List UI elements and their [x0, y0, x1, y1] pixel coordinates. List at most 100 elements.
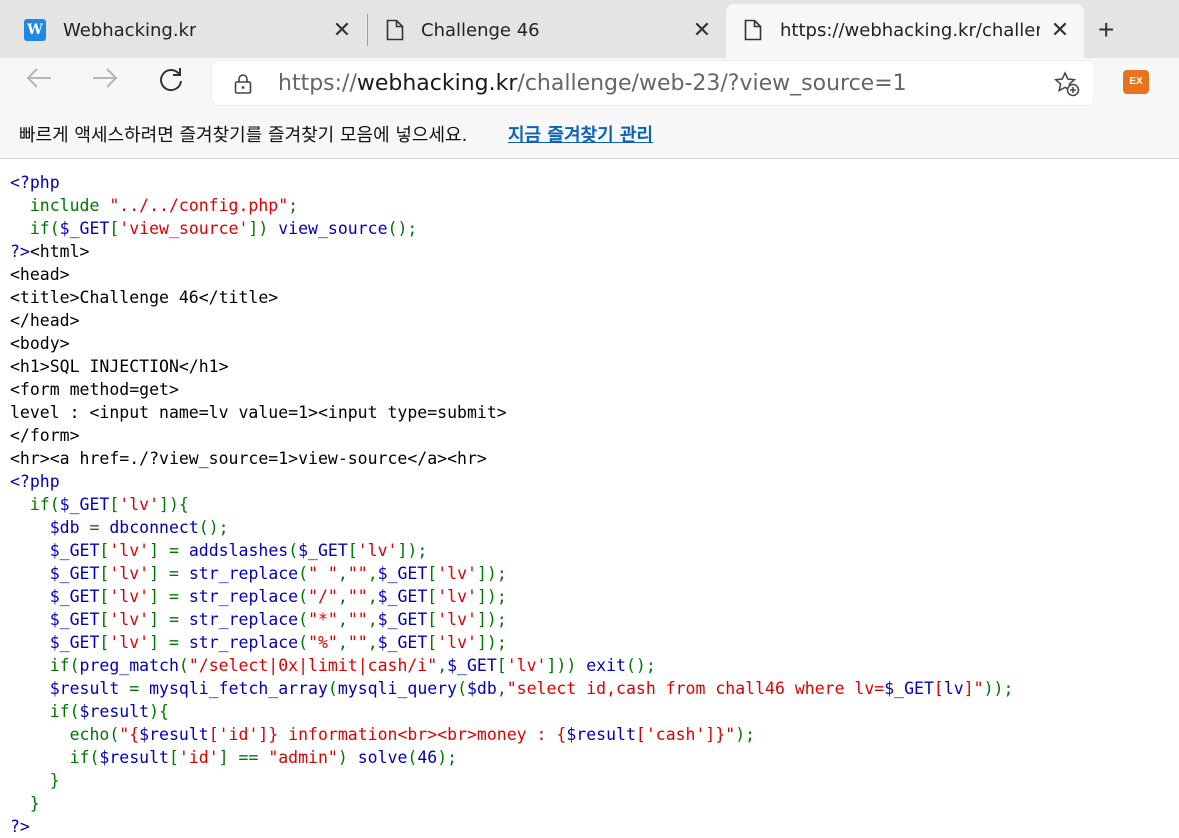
code-line: if($result['id'] == "admin") solve(46);: [10, 746, 1175, 769]
code-token: ,: [337, 564, 348, 583]
w-logo-icon: W: [24, 19, 46, 41]
php-source-code: <?php include "../../config.php"; if($_G…: [10, 171, 1175, 838]
code-token: (: [298, 633, 309, 652]
url-scheme: https://: [278, 71, 357, 96]
code-token: $_GET: [10, 541, 100, 560]
code-token: (: [327, 679, 338, 698]
code-line: $_GET['lv'] = str_replace("*","",$_GET['…: [10, 608, 1175, 631]
code-token: [: [109, 219, 120, 238]
code-token: (: [298, 610, 309, 629]
tab-active-source[interactable]: https://webhacking.kr/challenge/ ✕: [726, 4, 1084, 58]
code-token: str_replace: [188, 587, 299, 606]
code-line: }: [10, 769, 1175, 792]
code-token: ]);: [476, 587, 507, 606]
code-token: );: [437, 748, 458, 767]
code-token: =: [89, 518, 110, 537]
back-arrow-icon[interactable]: [23, 66, 55, 97]
code-token: "{: [119, 725, 140, 744]
code-token: 'lv': [437, 564, 477, 583]
code-line: }: [10, 792, 1175, 815]
code-token: <title>Challenge 46</title>: [10, 288, 279, 307]
code-token: if(: [10, 495, 60, 514]
manage-favorites-link[interactable]: 지금 즐겨찾기 관리: [508, 121, 653, 147]
code-token: $db: [467, 679, 497, 698]
code-token: ?>: [10, 242, 30, 261]
code-token: 'lv': [109, 610, 150, 629]
code-line: level : <input name=lv value=1><input ty…: [10, 401, 1175, 424]
code-line: ?><html>: [10, 240, 1175, 263]
code-token: [: [427, 633, 438, 652]
code-token: "*": [308, 610, 338, 629]
code-token: if(: [10, 748, 100, 767]
code-token: [: [347, 541, 358, 560]
code-token: dbconnect: [109, 518, 199, 537]
code-token: if(: [10, 219, 60, 238]
code-token: include: [10, 196, 110, 215]
code-token: [: [168, 748, 179, 767]
code-token: $result: [79, 702, 150, 721]
code-token: ?>: [10, 817, 30, 836]
code-token: level : <input name=lv value=1><input ty…: [10, 403, 507, 422]
code-line: <head>: [10, 263, 1175, 286]
code-token: ,: [367, 587, 378, 606]
code-token: ,: [367, 633, 378, 652]
new-tab-plus-icon[interactable]: +: [1098, 14, 1114, 46]
code-token: $result: [99, 748, 169, 767]
code-token: mysqli_query: [337, 679, 458, 698]
add-favorite-star-icon[interactable]: [1054, 71, 1080, 97]
code-token: <form method=get>: [10, 380, 179, 399]
url-path: /challenge/web-23/?view_source=1: [517, 71, 907, 96]
lock-icon[interactable]: [234, 73, 252, 95]
close-icon[interactable]: ✕: [692, 18, 712, 43]
code-token: ]);: [476, 610, 507, 629]
code-token: preg_match: [79, 656, 179, 675]
forward-arrow-icon[interactable]: [89, 66, 121, 97]
code-token: (: [178, 656, 189, 675]
tab-webhacking[interactable]: W Webhacking.kr ✕: [24, 8, 354, 52]
code-token: exit: [586, 656, 626, 675]
code-token: $_GET: [10, 610, 100, 629]
code-line: <title>Challenge 46</title>: [10, 286, 1175, 309]
code-token: [: [208, 725, 219, 744]
code-line: echo("{$result['id']} information<br><br…: [10, 723, 1175, 746]
code-line: if($_GET['view_source']) view_source();: [10, 217, 1175, 240]
code-line: </head>: [10, 309, 1175, 332]
close-icon[interactable]: ✕: [332, 18, 352, 43]
code-token: " ": [308, 564, 338, 583]
url-text[interactable]: https://webhacking.kr/challenge/web-23/?…: [278, 71, 907, 96]
code-token: 46: [417, 748, 438, 767]
code-token: $_GET: [377, 610, 428, 629]
close-icon[interactable]: ✕: [1050, 18, 1070, 43]
address-bar[interactable]: https://webhacking.kr/challenge/web-23/?…: [212, 61, 1094, 105]
code-token: echo(: [10, 725, 120, 744]
code-token: 'lv': [437, 633, 477, 652]
code-token: [: [99, 633, 110, 652]
code-token: str_replace: [188, 633, 299, 652]
code-token: ();: [198, 518, 229, 537]
code-token: $_GET: [377, 633, 428, 652]
code-line: <body>: [10, 332, 1175, 355]
code-token: [: [427, 564, 438, 583]
code-token: (: [288, 541, 299, 560]
code-token: $result: [10, 679, 130, 698]
code-token: ] =: [149, 587, 189, 606]
code-token: <hr><a href=./?view_source=1>view-source…: [10, 449, 487, 468]
code-token: ])): [546, 656, 587, 675]
code-token: $_GET: [10, 587, 100, 606]
code-token: </head>: [10, 311, 80, 330]
code-token: str_replace: [188, 564, 299, 583]
code-line: <hr><a href=./?view_source=1>view-source…: [10, 447, 1175, 470]
code-token: $_GET: [884, 679, 934, 698]
code-token: 'lv': [506, 656, 547, 675]
tab-challenge-46[interactable]: Challenge 46 ✕: [384, 8, 714, 52]
code-token: "": [347, 633, 368, 652]
code-token: lv: [943, 679, 964, 698]
code-token: ] ==: [218, 748, 269, 767]
extension-icon[interactable]: EX: [1123, 70, 1149, 94]
code-token: mysqli_fetch_array: [149, 679, 328, 698]
refresh-icon[interactable]: [155, 66, 187, 101]
code-line: <form method=get>: [10, 378, 1175, 401]
code-token: [: [99, 610, 110, 629]
code-token: $result: [566, 725, 636, 744]
code-token: =: [129, 679, 150, 698]
